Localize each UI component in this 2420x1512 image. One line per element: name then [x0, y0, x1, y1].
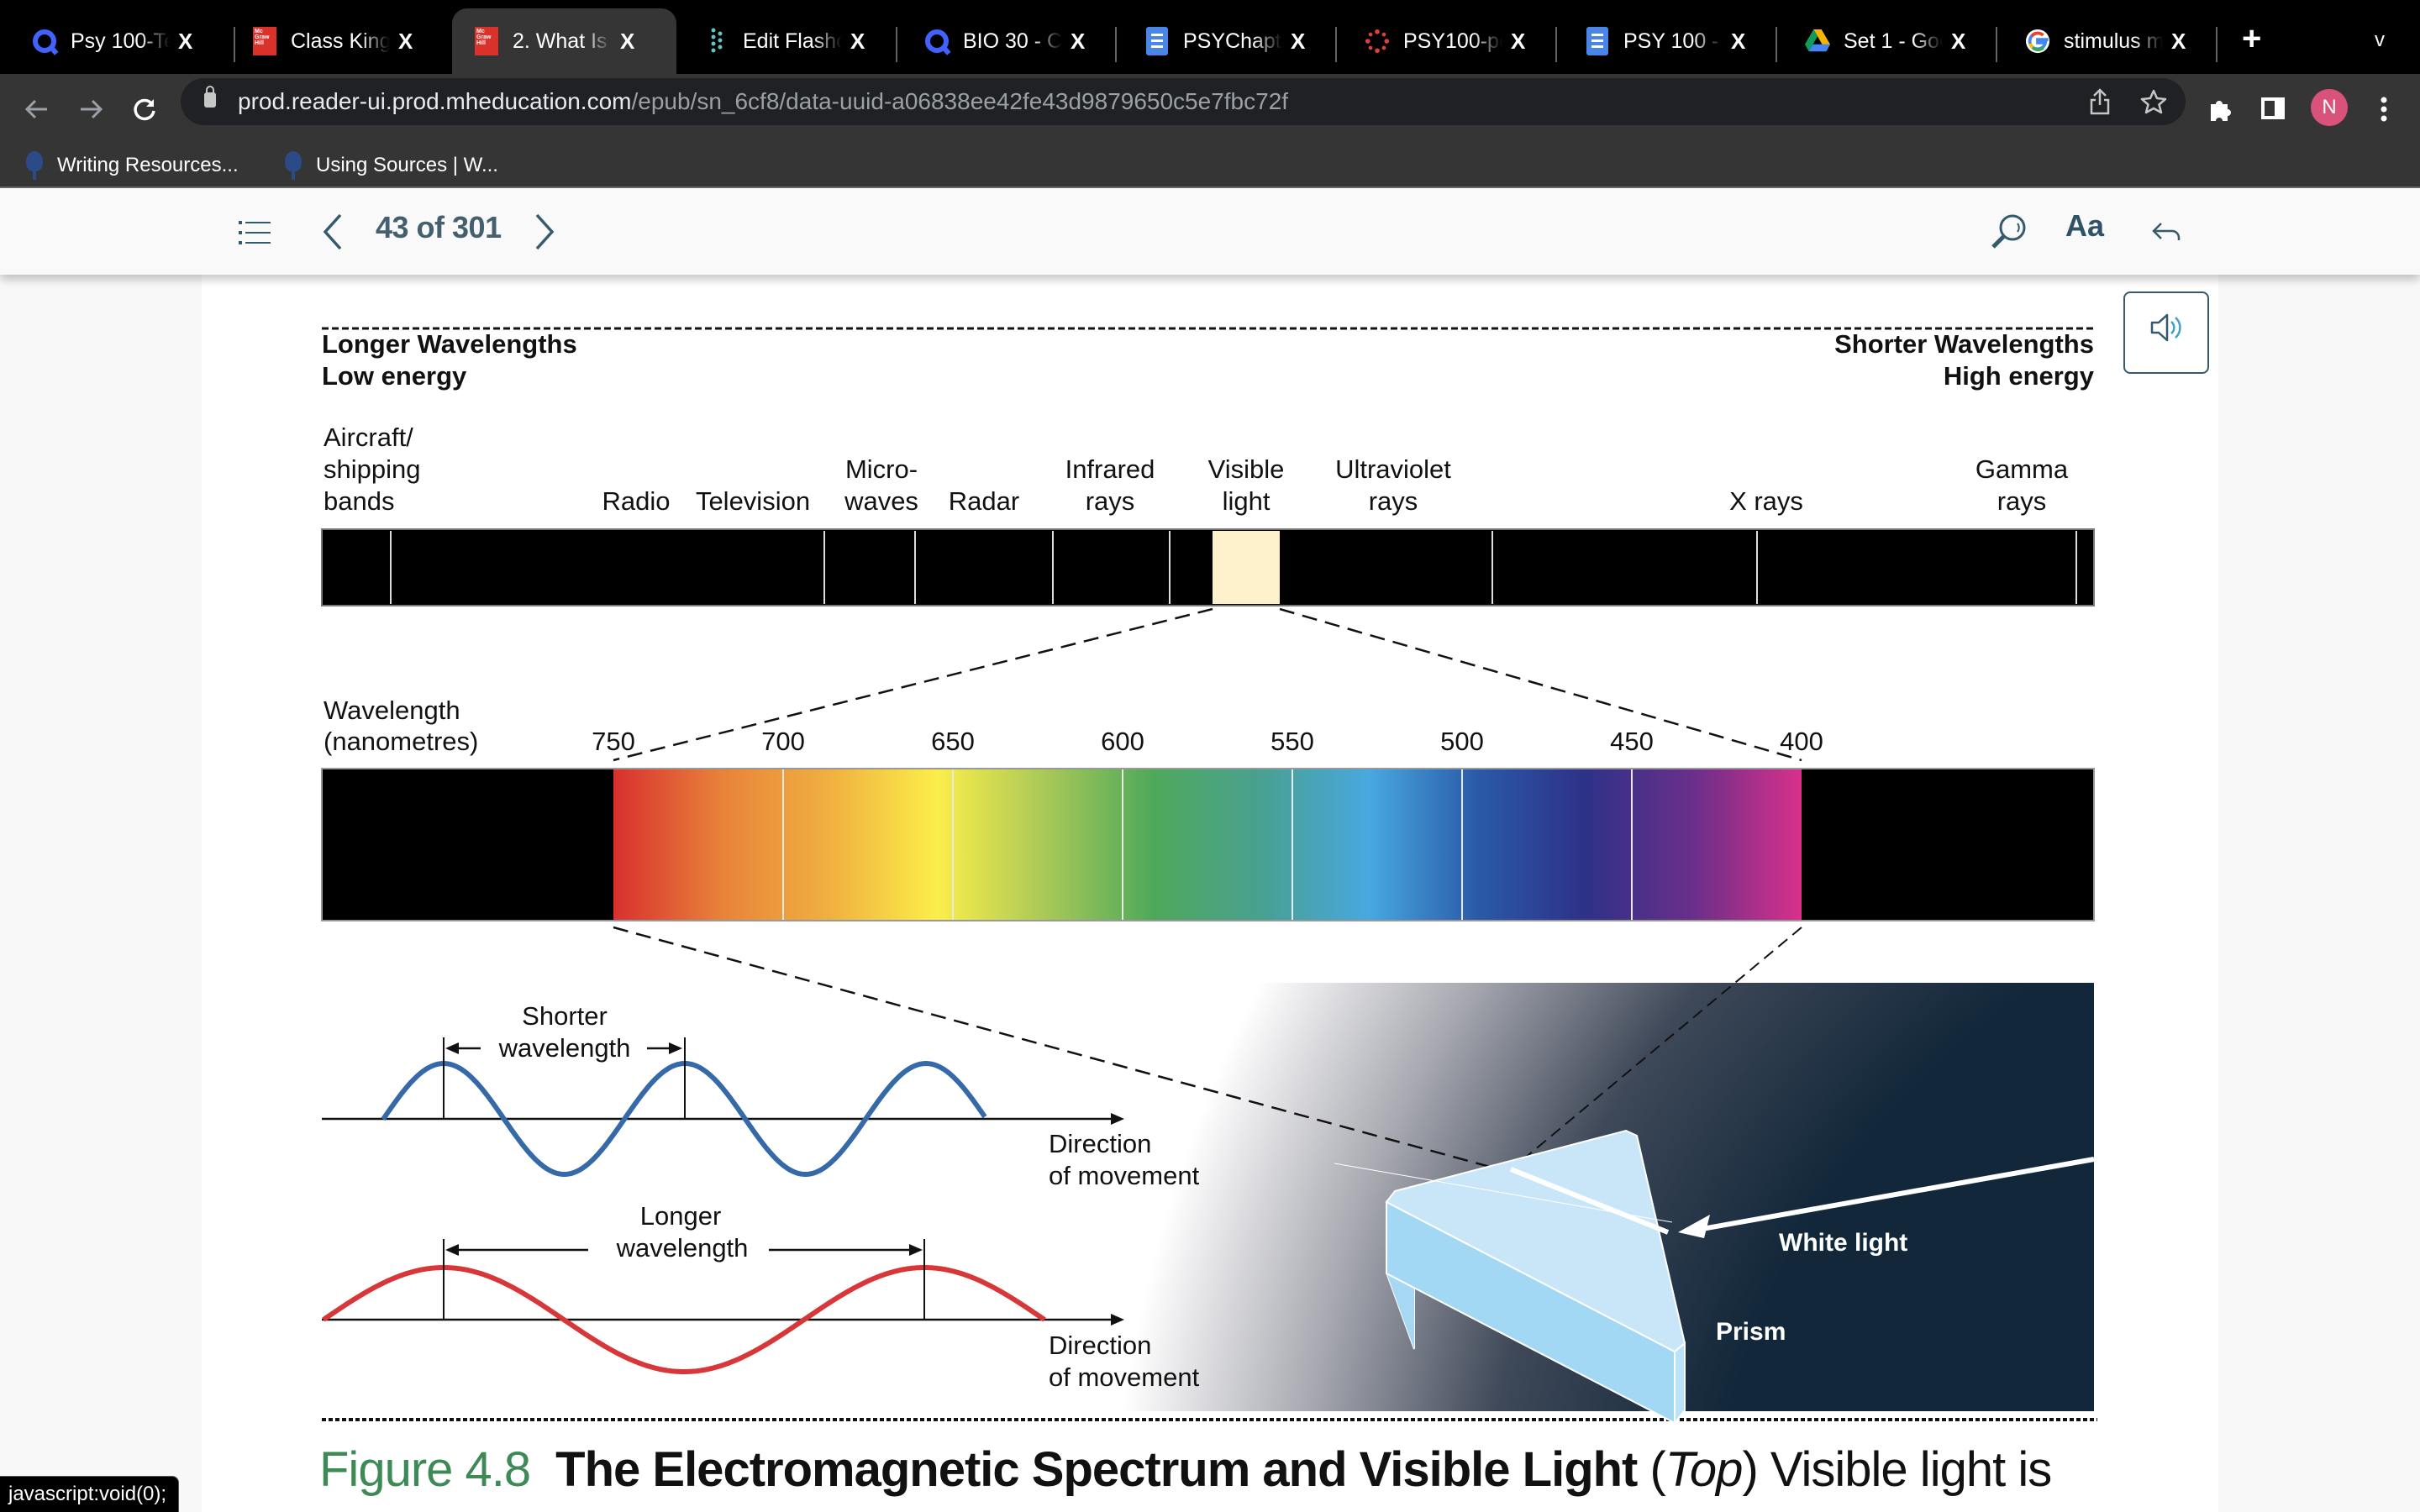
list-icon [239, 221, 271, 244]
reload-icon [134, 98, 155, 121]
url-path: /epub/sn_6cf8/data-uuid-a06838ee42fe43d9… [631, 88, 1289, 114]
google-drive-icon [1805, 29, 1830, 54]
url-host: prod.reader-ui.prod.mheducation.com [238, 88, 632, 114]
tab-title: Psy 100-Test [71, 29, 170, 53]
new-tab-button[interactable]: + [2242, 22, 2261, 55]
close-icon[interactable]: X [1511, 29, 1525, 55]
close-icon[interactable]: X [1071, 29, 1085, 55]
read-aloud-button[interactable] [2123, 291, 2209, 374]
tab-title: PSY 100 - G [1623, 29, 1723, 53]
profile-avatar[interactable]: N [2311, 89, 2348, 126]
figure-number: Figure 4.8 [319, 1442, 531, 1497]
font-settings-button[interactable]: Aa [2065, 208, 2104, 244]
tab-divider [2216, 27, 2217, 62]
speaker-icon [2150, 313, 2181, 342]
caption-text: Visible light is [1757, 1442, 2052, 1497]
lock-icon [204, 86, 216, 108]
link-status-bar: javascript:void(0); [0, 1476, 180, 1512]
tab-title: PSYChapter [1183, 29, 1282, 53]
google-docs-icon [1585, 27, 1610, 55]
mcgraw-hill-icon: Mc Graw Hill [252, 27, 277, 55]
tab-title: PSY100-pers [1403, 29, 1502, 53]
close-icon[interactable]: X [620, 29, 634, 55]
bookmarks-bar: Writing Resources... Using Sources | W..… [0, 144, 2420, 186]
bookmark-writing-resources[interactable]: Writing Resources... [24, 144, 239, 186]
extensions-puzzle-icon[interactable] [2200, 86, 2242, 133]
canvas-icon [1365, 29, 1390, 54]
tree-logo-icon [24, 151, 45, 180]
address-bar[interactable]: prod.reader-ui.prod.mheducation.com/epub… [181, 78, 2186, 125]
caption-italic: Top [1665, 1442, 1744, 1497]
caption-paren-open: ( [1637, 1442, 1665, 1497]
bookmark-using-sources[interactable]: Using Sources | W... [282, 144, 498, 186]
table-of-contents-button[interactable] [235, 213, 274, 252]
quizlet-icon [32, 29, 57, 54]
chevron-left-icon [323, 213, 342, 250]
figure-title: The Electromagnetic Spectrum and Visible… [555, 1442, 1638, 1497]
reload-button[interactable] [121, 86, 168, 133]
tab-psychapter[interactable]: PSYChapter X [1113, 8, 1333, 74]
tab-psy100-pers[interactable]: PSY100-pers X [1333, 8, 1553, 74]
tab-search-button[interactable]: v [2375, 29, 2385, 52]
close-icon[interactable]: X [1951, 29, 1965, 55]
tab-psy-100-g[interactable]: PSY 100 - G X [1553, 8, 1773, 74]
tab-title: stimulus mea [2064, 29, 2163, 53]
forward-button[interactable] [67, 86, 114, 133]
tab-edit-flashcards[interactable]: Edit Flashcards X [672, 8, 892, 74]
tab-title: Class King Ch [291, 29, 390, 53]
arrow-right-icon [81, 99, 103, 119]
tab-what-is-the[interactable]: McGrawHill 2. What Is the X [452, 8, 676, 74]
page-content [202, 275, 2218, 1512]
chevron-right-icon [535, 213, 555, 250]
close-icon[interactable]: X [850, 29, 865, 55]
quizlet-icon [924, 29, 950, 54]
tab-stimulus[interactable]: stimulus mea X [1993, 8, 2213, 74]
google-docs-icon [1144, 27, 1170, 55]
return-arrow-icon [2152, 223, 2181, 240]
google-icon [2025, 29, 2050, 54]
tab-set-1[interactable]: Set 1 - Goog X [1773, 8, 1993, 74]
url-text: prod.reader-ui.prod.mheducation.com/epub… [238, 88, 1288, 115]
browser-toolbar: prod.reader-ui.prod.mheducation.com/epub… [0, 74, 2420, 144]
previous-page-button[interactable] [316, 208, 350, 255]
search-button[interactable] [1988, 210, 2028, 254]
close-icon[interactable]: X [1291, 29, 1305, 55]
tab-class-king[interactable]: McGrawHill Class King Ch X [220, 8, 447, 74]
tab-title: Set 1 - Goog [1844, 29, 1943, 53]
close-icon[interactable]: X [2171, 29, 2186, 55]
tab-title: Edit Flashcards [743, 29, 842, 53]
close-icon[interactable]: X [398, 29, 413, 55]
bookmark-star-icon[interactable] [2139, 87, 2169, 117]
share-icon[interactable] [2085, 87, 2115, 117]
tab-title: 2. What Is the [513, 29, 612, 53]
next-page-button[interactable] [528, 208, 561, 255]
close-icon[interactable]: X [1731, 29, 1745, 55]
close-icon[interactable]: X [178, 29, 192, 55]
browser-menu-icon[interactable] [2363, 86, 2405, 133]
reader-header: 43 of 301 Aa [0, 186, 2420, 275]
page-counter: 43 of 301 [376, 210, 502, 244]
back-button[interactable] [13, 86, 60, 133]
figure-caption: Figure 4.8 The Electromagnetic Spectrum a… [319, 1441, 2052, 1498]
tab-bio-30[interactable]: BIO 30 - CH X [892, 8, 1113, 74]
arrow-left-icon [24, 99, 47, 119]
mcgraw-hill-icon: Mc Graw Hill [474, 27, 499, 55]
bookmark-label: Writing Resources... [57, 154, 239, 176]
caption-paren-close: ) [1742, 1442, 1758, 1497]
tab-strip: Psy 100-Test X McGrawHill Class King Ch … [0, 0, 2420, 74]
flashcards-icon [704, 28, 729, 54]
tab-psy-100-test[interactable]: Psy 100-Test X [0, 8, 220, 74]
tab-title: BIO 30 - CH [963, 29, 1062, 53]
back-to-previous-button[interactable] [2148, 213, 2185, 250]
side-panel-icon[interactable] [2252, 86, 2294, 133]
tree-logo-icon [282, 151, 304, 180]
search-icon [1991, 214, 2026, 249]
bookmark-label: Using Sources | W... [316, 154, 498, 176]
